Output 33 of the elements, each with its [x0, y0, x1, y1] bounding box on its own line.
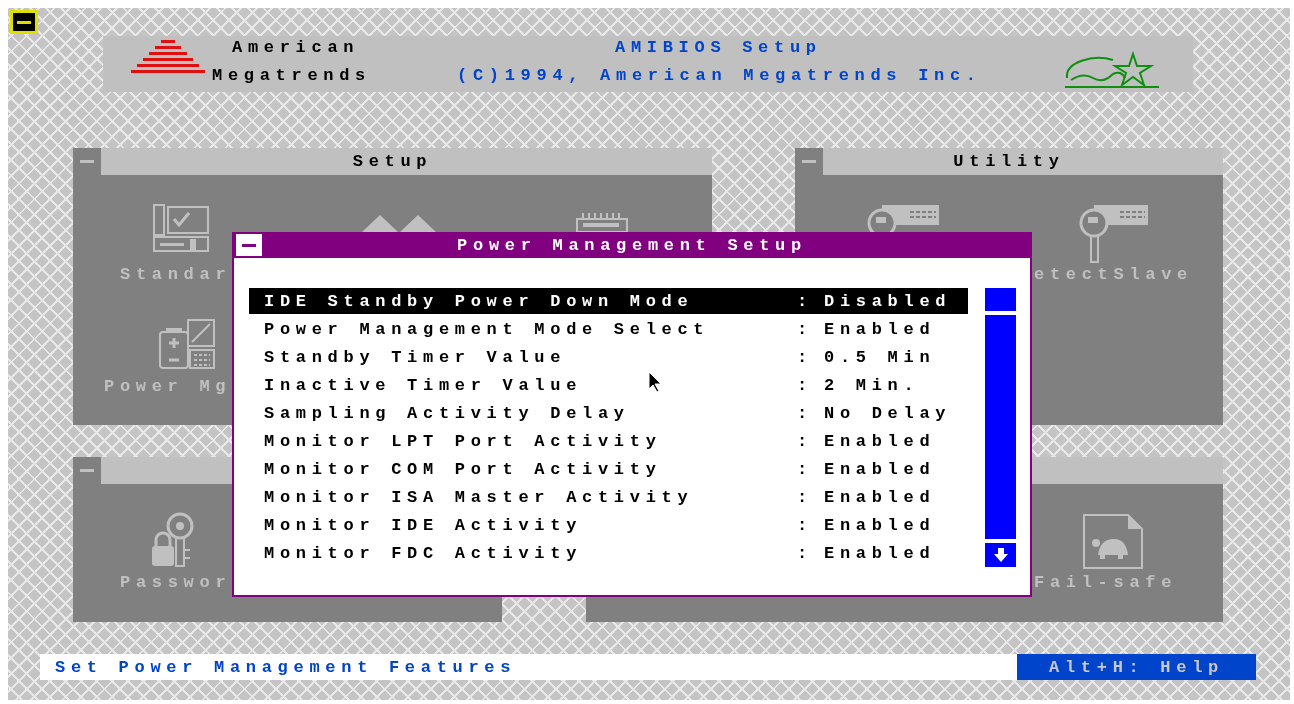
- setting-row[interactable]: Standby Timer Value : 0.5 Min: [249, 344, 968, 370]
- setting-row[interactable]: Sampling Activity Delay : No Delay: [249, 400, 968, 426]
- scrollbar-track[interactable]: [985, 315, 1016, 539]
- settings-screen-icon: [152, 203, 210, 253]
- setting-row[interactable]: Power Management Mode Select : Enabled: [249, 316, 968, 342]
- brand-name: Megatrends: [212, 66, 372, 86]
- help-button[interactable]: Alt+H: Help: [1017, 654, 1256, 680]
- scrollbar-thumb[interactable]: [985, 288, 1016, 311]
- window-title: Utility: [953, 152, 1065, 171]
- header-title: AMIBIOS Setup: [615, 38, 822, 58]
- setting-row[interactable]: Monitor LPT Port Activity : Enabled: [249, 428, 968, 454]
- mouse-pointer-icon: [648, 371, 662, 393]
- battery-meter-icon: [158, 318, 216, 370]
- copyright-text: (C)1994, American Megatrends Inc.: [457, 66, 982, 86]
- dialog-title: Power Management Setup: [457, 235, 807, 255]
- setting-row[interactable]: Monitor COM Port Activity : Enabled: [249, 456, 968, 482]
- pyramid-logo-icon: [130, 40, 206, 76]
- setting-row[interactable]: Inactive Timer Value : 2 Min.: [249, 372, 968, 398]
- minimize-button[interactable]: [236, 234, 262, 256]
- turtle-document-icon: [1082, 513, 1144, 570]
- chip-icon: [573, 213, 631, 232]
- window-title: Setup: [352, 152, 433, 171]
- setting-row[interactable]: Monitor ISA Master Activity : Enabled: [249, 484, 968, 510]
- key-icon: [1078, 203, 1148, 263]
- setting-row[interactable]: Monitor FDC Activity : Enabled: [249, 540, 968, 566]
- down-arrow-icon: [993, 548, 1008, 562]
- setting-row[interactable]: IDE Standby Power Down Mode : Disabled: [249, 288, 968, 314]
- brand-name: American: [232, 38, 360, 58]
- control-menu-button[interactable]: [10, 10, 38, 34]
- setting-row[interactable]: Monitor IDE Activity : Enabled: [249, 512, 968, 538]
- star-logo-icon: [1063, 50, 1161, 90]
- scroll-down-button[interactable]: [985, 543, 1016, 567]
- status-hint: Set Power Management Features: [54, 657, 517, 677]
